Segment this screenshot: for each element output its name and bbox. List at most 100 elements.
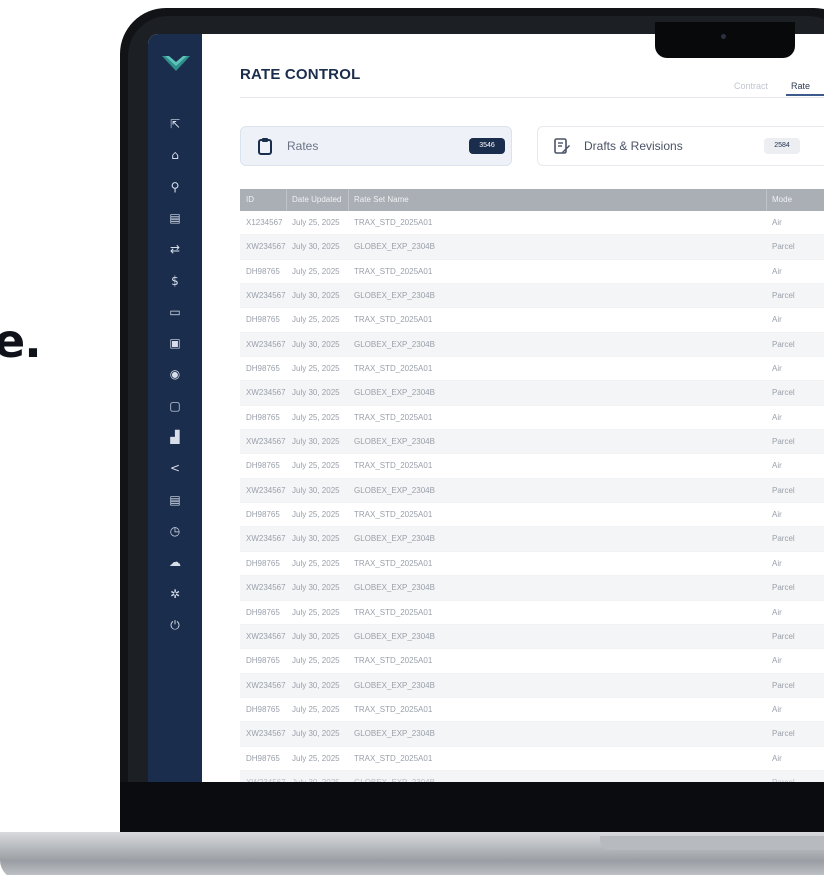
table-row[interactable]: DH98765 July 25, 2025 TRAX_STD_2025A01 Air [240, 698, 824, 723]
rates-count-badge: 3546 [469, 138, 505, 154]
cell-rate-set-name: GLOBEX_EXP_2304B [354, 583, 435, 593]
table-row[interactable]: DH98765 July 25, 2025 TRAX_STD_2025A01 Air [240, 308, 824, 333]
cell-date-updated: July 25, 2025 [292, 364, 340, 374]
cell-mode: Air [772, 266, 782, 276]
cell-mode: Parcel [772, 485, 795, 495]
cell-mode: Air [772, 656, 782, 666]
clipboard-icon [258, 138, 272, 155]
cell-rate-set-name: GLOBEX_EXP_2304B [354, 242, 435, 252]
cell-rate-set-name: TRAX_STD_2025A01 [354, 558, 433, 568]
cell-date-updated: July 25, 2025 [292, 461, 340, 471]
sidebar-power-icon[interactable]: ⏻ [165, 615, 185, 635]
drafts-revisions-card[interactable]: Drafts & Revisions 2584 [537, 126, 824, 166]
camera-icon [721, 34, 726, 39]
cell-id: DH98765 [246, 753, 280, 763]
sidebar-share-icon[interactable]: < [165, 458, 185, 478]
table-row[interactable]: DH98765 July 25, 2025 TRAX_STD_2025A01 Air [240, 747, 824, 771]
rates-card-label: Rates [287, 139, 319, 153]
table-row[interactable]: DH98765 July 25, 2025 TRAX_STD_2025A01 Air [240, 503, 824, 528]
active-tab-indicator [786, 94, 824, 96]
cell-mode: Air [772, 364, 782, 374]
table-row[interactable]: DH98765 July 25, 2025 TRAX_STD_2025A01 Air [240, 649, 824, 674]
cell-date-updated: July 30, 2025 [292, 631, 340, 641]
table-row[interactable]: DH98765 July 25, 2025 TRAX_STD_2025A01 Air [240, 454, 824, 479]
column-divider [766, 189, 767, 211]
table-row[interactable]: XW234567 July 30, 2025 GLOBEX_EXP_2304B Par… [240, 624, 824, 650]
cell-mode: Air [772, 461, 782, 471]
sidebar-dollar-icon[interactable]: $ [165, 271, 185, 291]
table-row[interactable]: XW234567 July 30, 2025 GLOBEX_EXP_2304B Par… [240, 722, 824, 747]
cell-mode: Parcel [772, 729, 795, 739]
table-row[interactable]: XW234567 July 30, 2025 GLOBEX_EXP_2304B Par… [240, 235, 824, 260]
table-row[interactable]: DH98765 July 25, 2025 TRAX_STD_2025A01 Air [240, 552, 824, 577]
sidebar-swap-icon[interactable]: ⇄ [165, 239, 185, 259]
cell-rate-set-name: GLOBEX_EXP_2304B [354, 388, 435, 398]
tab-contract[interactable]: Contract [734, 81, 768, 91]
cell-rate-set-name: TRAX_STD_2025A01 [354, 510, 433, 520]
cell-rate-set-name: TRAX_STD_2025A01 [354, 364, 433, 374]
cell-mode: Parcel [772, 680, 795, 690]
sidebar-settings-icon[interactable]: ✲ [165, 584, 185, 604]
table-row[interactable]: DH98765 July 25, 2025 TRAX_STD_2025A01 Air [240, 601, 824, 625]
cell-date-updated: July 30, 2025 [292, 771, 340, 782]
sidebar-analytics-icon[interactable]: ▟ [165, 427, 185, 447]
cell-date-updated: July 30, 2025 [292, 680, 340, 690]
drafts-count-badge: 2584 [764, 138, 800, 154]
cell-id: DH98765 [246, 412, 280, 422]
edit-document-icon [554, 138, 570, 154]
sidebar-document-icon[interactable]: ▢ [165, 396, 185, 416]
sidebar-clipboard-icon[interactable]: ▤ [165, 208, 185, 228]
cell-id: DH98765 [246, 656, 280, 666]
table-row[interactable]: X1234567 July 25, 2025 TRAX_STD_2025A01 Air [240, 211, 824, 236]
table-row[interactable]: XW234567 July 30, 2025 GLOBEX_EXP_2304B Par… [240, 284, 824, 309]
column-header-date-updated[interactable]: Date Updated [292, 189, 341, 211]
cell-id: XW234567 [246, 242, 286, 252]
sidebar-cloud-icon[interactable]: ☁ [165, 552, 185, 572]
table-row[interactable]: XW234567 July 30, 2025 GLOBEX_EXP_2304B Par… [240, 673, 824, 698]
table-row[interactable]: XW234567 July 30, 2025 GLOBEX_EXP_2304B Par… [240, 770, 824, 782]
sidebar-search-icon[interactable]: ⚲ [165, 177, 185, 197]
table-row[interactable]: DH98765 July 25, 2025 TRAX_STD_2025A01 Air [240, 357, 824, 382]
column-header-mode[interactable]: Mode [772, 189, 792, 211]
cell-date-updated: July 25, 2025 [292, 412, 340, 422]
cell-mode: Parcel [772, 339, 795, 349]
cell-date-updated: July 25, 2025 [292, 510, 340, 520]
cell-rate-set-name: TRAX_STD_2025A01 [354, 607, 433, 617]
column-header-id[interactable]: ID [246, 189, 254, 211]
table-row[interactable]: DH98765 July 25, 2025 TRAX_STD_2025A01 Air [240, 260, 824, 285]
sidebar-archive-icon[interactable]: ▣ [165, 333, 185, 353]
table-row[interactable]: XW234567 July 30, 2025 GLOBEX_EXP_2304B Par… [240, 381, 824, 406]
column-divider [286, 189, 287, 211]
cell-date-updated: July 25, 2025 [292, 656, 340, 666]
sidebar-truck-icon[interactable]: ▭ [165, 302, 185, 322]
table-row[interactable]: XW234567 July 30, 2025 GLOBEX_EXP_2304B Par… [240, 332, 824, 358]
sidebar-clock-icon[interactable]: ◷ [165, 521, 185, 541]
cell-date-updated: July 25, 2025 [292, 315, 340, 325]
laptop-chin [120, 782, 824, 836]
column-divider [348, 189, 349, 211]
cell-mode: Air [772, 607, 782, 617]
drafts-card-label: Drafts & Revisions [584, 139, 683, 153]
cell-id: DH98765 [246, 704, 280, 714]
camera-notch [655, 22, 795, 58]
cell-rate-set-name: GLOBEX_EXP_2304B [354, 339, 435, 349]
sidebar-database-icon[interactable]: ◉ [165, 364, 185, 384]
cell-id: XW234567 [246, 485, 286, 495]
table-row[interactable]: XW234567 July 30, 2025 GLOBEX_EXP_2304B Par… [240, 527, 824, 552]
cell-mode: Air [772, 704, 782, 714]
cell-date-updated: July 30, 2025 [292, 339, 340, 349]
table-row[interactable]: DH98765 July 25, 2025 TRAX_STD_2025A01 Air [240, 406, 824, 431]
sidebar-home-icon[interactable]: ⌂ [165, 145, 185, 165]
rates-card[interactable]: Rates 3546 [240, 126, 512, 166]
cell-rate-set-name: TRAX_STD_2025A01 [354, 704, 433, 714]
cell-id: DH98765 [246, 364, 280, 374]
cell-id: XW234567 [246, 437, 286, 447]
sidebar-export-icon[interactable]: ⇱ [165, 114, 185, 134]
table-row[interactable]: XW234567 July 30, 2025 GLOBEX_EXP_2304B Par… [240, 576, 824, 601]
tab-rate[interactable]: Rate [791, 81, 810, 91]
cell-mode: Parcel [772, 291, 795, 301]
table-row[interactable]: XW234567 July 30, 2025 GLOBEX_EXP_2304B Par… [240, 430, 824, 455]
sidebar-storage-icon[interactable]: ▤ [165, 490, 185, 510]
column-header-rate-set-name[interactable]: Rate Set Name [354, 189, 409, 211]
table-row[interactable]: XW234567 July 30, 2025 GLOBEX_EXP_2304B Par… [240, 478, 824, 504]
